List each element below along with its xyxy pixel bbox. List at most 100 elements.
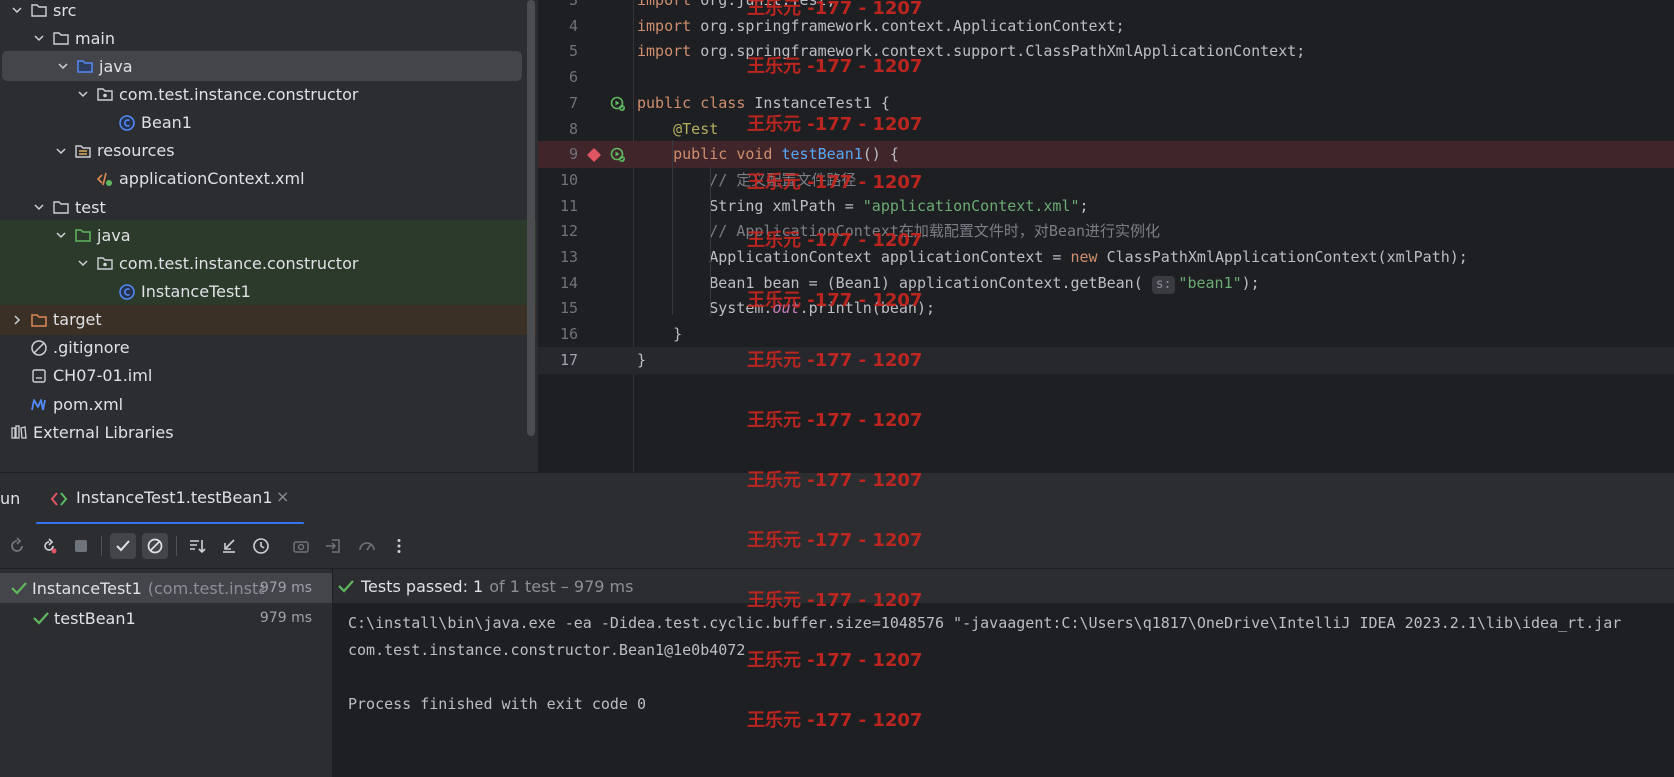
code-line[interactable]: 17} [538, 346, 1674, 375]
chevron-right-icon[interactable] [10, 313, 24, 327]
code-line[interactable]: 5 import org.springframework.context.supp… [538, 38, 1674, 65]
project-tree-label: .gitignore [53, 338, 130, 358]
stop-icon[interactable] [68, 533, 94, 559]
watermark-text: 王乐元 -177 - 1207 [747, 650, 923, 671]
maven-icon [30, 395, 48, 413]
project-tree-label: resources [97, 141, 175, 161]
chevron-down-icon[interactable] [76, 256, 90, 270]
show-ignored-icon[interactable] [142, 533, 168, 559]
project-tree-label: applicationContext.xml [119, 169, 305, 189]
code-line[interactable]: 10 // 定义配置文件路径 [538, 167, 1674, 194]
import-tests-icon[interactable] [320, 533, 346, 559]
project-scrollbar[interactable] [527, 0, 535, 436]
project-tree-item[interactable]: com.test.instance.constructor [0, 79, 524, 109]
code-token: import [637, 16, 701, 35]
line-number: 11 [559, 196, 578, 215]
project-tree-item[interactable]: target [0, 304, 536, 335]
toolbar-separator [176, 536, 177, 556]
run-tab-instance-test[interactable]: InstanceTest1.testBean1 × [36, 473, 304, 525]
project-tree-item[interactable]: main [0, 23, 524, 53]
code-token: String xmlPath = [637, 196, 863, 215]
project-tree-item[interactable]: Bean1 [0, 108, 524, 138]
watermark-text: 王乐元 -177 - 1207 [747, 172, 923, 193]
xml-file-icon [96, 170, 114, 188]
test-row-test-bean1[interactable]: testBean1 979 ms [0, 603, 332, 633]
rerun-failed-icon[interactable] [36, 533, 62, 559]
breakpoint-icon[interactable] [586, 147, 602, 163]
close-icon[interactable]: × [276, 487, 289, 506]
code-token: public void [673, 145, 782, 164]
show-passed-icon[interactable] [110, 533, 136, 559]
chevron-down-icon[interactable] [56, 59, 70, 73]
test-row-instance-test1[interactable]: InstanceTest1 (com.test.insta 979 ms [0, 573, 332, 603]
run-test-icon[interactable] [610, 147, 626, 163]
project-tree-item[interactable]: External Libraries [0, 417, 524, 447]
code-line[interactable]: 11 String xmlPath = "applicationContext.… [538, 193, 1674, 220]
chevron-down-icon[interactable] [54, 144, 68, 158]
project-tree-item[interactable]: applicationContext.xml [0, 164, 524, 194]
project-tree-item[interactable]: .gitignore [0, 333, 524, 363]
chevron-down-icon[interactable] [76, 87, 90, 101]
class-icon [118, 114, 136, 132]
rerun-icon[interactable] [4, 533, 30, 559]
code-line[interactable]: 9 public void testBean1() { [538, 141, 1674, 169]
project-tree-label: main [75, 28, 115, 48]
code-line[interactable]: 16 } [538, 321, 1674, 348]
chevron-down-icon[interactable] [10, 3, 24, 17]
project-tree-item[interactable]: CH07-01.iml [0, 361, 524, 391]
code-line[interactable]: 8 @Test [538, 116, 1674, 143]
line-number: 14 [559, 273, 578, 292]
project-tree-label: InstanceTest1 [141, 282, 251, 301]
line-number: 10 [559, 170, 578, 189]
code-token: ; [1079, 196, 1089, 215]
test-suite-name: InstanceTest1 [32, 578, 142, 598]
code-line[interactable]: 4 import org.springframework.context.Appl… [538, 13, 1674, 40]
code-line[interactable]: 6 [538, 64, 1674, 91]
code-line[interactable]: 7 public class InstanceTest1 { [538, 90, 1674, 117]
code-editor[interactable]: 3 import org.junit.Test; 4 import org.sprin… [538, 0, 1674, 472]
code-token: @Test [673, 119, 719, 138]
watermark-text: 王乐元 -177 - 1207 [747, 710, 923, 731]
code-token: } [637, 325, 683, 344]
project-tree-item[interactable]: com.test.instance.constructor [0, 248, 536, 279]
project-tree-label: target [53, 310, 102, 330]
coverage-icon[interactable] [354, 533, 380, 559]
code-line[interactable]: 13 ApplicationContext applicationContext… [538, 244, 1674, 271]
collapse-all-icon[interactable] [216, 533, 242, 559]
watermark-text: 王乐元 -177 - 1207 [747, 410, 923, 431]
project-tree-item[interactable]: java [2, 51, 522, 82]
project-tree-item[interactable]: InstanceTest1 [0, 276, 536, 307]
excluded-folder-icon [30, 311, 48, 329]
line-number: 5 [568, 42, 578, 61]
more-options-icon[interactable] [386, 533, 412, 559]
test-duration: 979 ms [259, 580, 312, 596]
history-icon[interactable] [248, 533, 274, 559]
run-tab-title: InstanceTest1.testBean1 [76, 488, 273, 507]
class-icon [118, 283, 136, 301]
project-tree-item[interactable]: test [0, 192, 524, 222]
code-line[interactable]: 15 System.out.println(bean); [538, 295, 1674, 322]
test-method-name: testBean1 [54, 608, 136, 628]
project-tree-item[interactable]: src [0, 0, 524, 25]
chevron-down-icon[interactable] [32, 31, 46, 45]
code-line[interactable]: 14 Bean1 bean = (Bean1) applicationConte… [538, 270, 1674, 297]
project-tree-label: External Libraries [33, 422, 174, 442]
project-tree-item[interactable]: resources [0, 136, 524, 166]
sort-icon[interactable] [184, 533, 210, 559]
screenshot-icon[interactable] [288, 533, 314, 559]
chevron-down-icon[interactable] [54, 228, 68, 242]
chevron-down-icon[interactable] [32, 200, 46, 214]
console-output[interactable]: Tests passed: 1 of 1 test – 979 ms C:\in… [333, 569, 1674, 777]
project-tool-window: src main java com.test.instance.constructor… [0, 0, 538, 472]
project-tree-label: pom.xml [53, 394, 124, 414]
run-test-icon[interactable] [610, 96, 626, 112]
code-line[interactable]: 12 // ApplicationContext在加载配置文件时，对Bean进行… [538, 218, 1674, 245]
project-tree-item[interactable]: java [0, 220, 536, 251]
test-suite-package: (com.test.insta [147, 578, 264, 598]
project-tree-item[interactable]: pom.xml [0, 389, 524, 419]
